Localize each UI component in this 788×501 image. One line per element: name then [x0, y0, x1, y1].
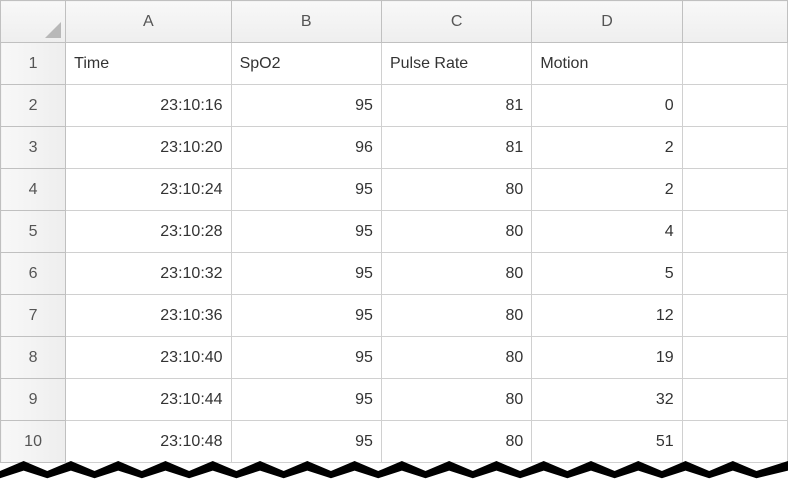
column-header-b[interactable]: B: [231, 1, 381, 43]
table-row: 2 23:10:16 95 81 0: [1, 85, 788, 127]
cell-c8[interactable]: 80: [381, 337, 531, 379]
cell-a10[interactable]: 23:10:48: [66, 421, 231, 463]
cell-e3[interactable]: [682, 127, 787, 169]
cell-b1[interactable]: SpO2: [231, 43, 381, 85]
column-header-a[interactable]: A: [66, 1, 231, 43]
cell-e6[interactable]: [682, 253, 787, 295]
cell-c10[interactable]: 80: [381, 421, 531, 463]
select-all-triangle-icon: [45, 22, 61, 38]
cell-d3[interactable]: 2: [532, 127, 682, 169]
column-header-e[interactable]: [682, 1, 787, 43]
cell-a4[interactable]: 23:10:24: [66, 169, 231, 211]
column-header-d[interactable]: D: [532, 1, 682, 43]
row-header-2[interactable]: 2: [1, 85, 66, 127]
cell-c2[interactable]: 81: [381, 85, 531, 127]
row-header-6[interactable]: 6: [1, 253, 66, 295]
row-header-8[interactable]: 8: [1, 337, 66, 379]
cell-b3[interactable]: 96: [231, 127, 381, 169]
cell-b4[interactable]: 95: [231, 169, 381, 211]
cell-d2[interactable]: 0: [532, 85, 682, 127]
row-header-3[interactable]: 3: [1, 127, 66, 169]
cell-e9[interactable]: [682, 379, 787, 421]
select-all-corner[interactable]: [1, 1, 66, 43]
row-header-10[interactable]: 10: [1, 421, 66, 463]
table-row: 8 23:10:40 95 80 19: [1, 337, 788, 379]
cell-d10[interactable]: 51: [532, 421, 682, 463]
cell-c4[interactable]: 80: [381, 169, 531, 211]
cell-a1[interactable]: Time: [66, 43, 231, 85]
cell-a9[interactable]: 23:10:44: [66, 379, 231, 421]
cell-d9[interactable]: 32: [532, 379, 682, 421]
row-header-5[interactable]: 5: [1, 211, 66, 253]
cell-e5[interactable]: [682, 211, 787, 253]
cell-a8[interactable]: 23:10:40: [66, 337, 231, 379]
cell-e10[interactable]: [682, 421, 787, 463]
cell-c1[interactable]: Pulse Rate: [381, 43, 531, 85]
table-row: 3 23:10:20 96 81 2: [1, 127, 788, 169]
cell-b2[interactable]: 95: [231, 85, 381, 127]
cell-a7[interactable]: 23:10:36: [66, 295, 231, 337]
cell-c7[interactable]: 80: [381, 295, 531, 337]
cell-e1[interactable]: [682, 43, 787, 85]
row-header-7[interactable]: 7: [1, 295, 66, 337]
cell-c5[interactable]: 80: [381, 211, 531, 253]
cell-d8[interactable]: 19: [532, 337, 682, 379]
cell-c6[interactable]: 80: [381, 253, 531, 295]
table-row: 6 23:10:32 95 80 5: [1, 253, 788, 295]
cell-a2[interactable]: 23:10:16: [66, 85, 231, 127]
row-header-1[interactable]: 1: [1, 43, 66, 85]
cell-e8[interactable]: [682, 337, 787, 379]
cell-d6[interactable]: 5: [532, 253, 682, 295]
row-header-4[interactable]: 4: [1, 169, 66, 211]
cell-b8[interactable]: 95: [231, 337, 381, 379]
table-row: 1 Time SpO2 Pulse Rate Motion: [1, 43, 788, 85]
cell-a3[interactable]: 23:10:20: [66, 127, 231, 169]
cell-a5[interactable]: 23:10:28: [66, 211, 231, 253]
cell-c3[interactable]: 81: [381, 127, 531, 169]
cell-b7[interactable]: 95: [231, 295, 381, 337]
table-row: 7 23:10:36 95 80 12: [1, 295, 788, 337]
table-row: 10 23:10:48 95 80 51: [1, 421, 788, 463]
cell-e4[interactable]: [682, 169, 787, 211]
table-row: 4 23:10:24 95 80 2: [1, 169, 788, 211]
cell-e7[interactable]: [682, 295, 787, 337]
cell-d4[interactable]: 2: [532, 169, 682, 211]
cell-a6[interactable]: 23:10:32: [66, 253, 231, 295]
cell-b9[interactable]: 95: [231, 379, 381, 421]
column-header-c[interactable]: C: [381, 1, 531, 43]
cell-d7[interactable]: 12: [532, 295, 682, 337]
cell-b10[interactable]: 95: [231, 421, 381, 463]
column-header-row: A B C D: [1, 1, 788, 43]
cell-b5[interactable]: 95: [231, 211, 381, 253]
cell-b6[interactable]: 95: [231, 253, 381, 295]
spreadsheet-grid: A B C D 1 Time SpO2 Pulse Rate Motion 2 …: [0, 0, 788, 463]
cell-e2[interactable]: [682, 85, 787, 127]
cell-d1[interactable]: Motion: [532, 43, 682, 85]
table-row: 9 23:10:44 95 80 32: [1, 379, 788, 421]
table-row: 5 23:10:28 95 80 4: [1, 211, 788, 253]
cell-d5[interactable]: 4: [532, 211, 682, 253]
cell-c9[interactable]: 80: [381, 379, 531, 421]
row-header-9[interactable]: 9: [1, 379, 66, 421]
